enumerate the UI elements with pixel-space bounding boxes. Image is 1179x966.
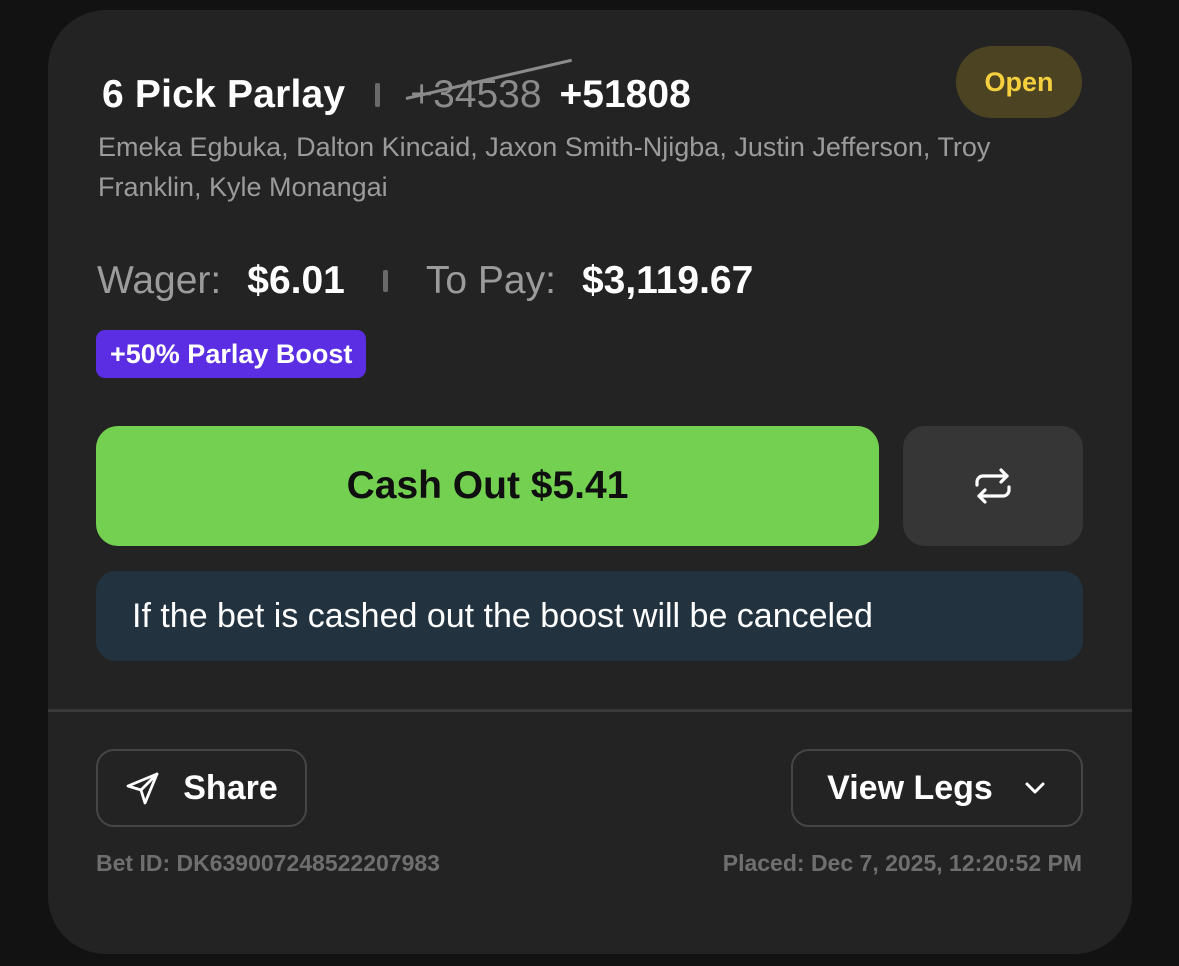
to-pay-value: $3,119.67: [581, 259, 754, 302]
send-icon: [125, 770, 161, 806]
bet-card: 6 Pick Parlay +34538 +51808 Open Emeka E…: [48, 10, 1132, 954]
original-odds: +34538: [405, 58, 573, 117]
share-label: Share: [183, 768, 278, 807]
view-legs-label: View Legs: [827, 768, 993, 807]
title-divider: [375, 83, 381, 107]
boosted-odds: +51808: [559, 73, 691, 116]
wager-label: Wager:: [97, 259, 222, 302]
wager-row: Wager: $6.01 To Pay: $3,119.67: [97, 253, 753, 309]
to-pay-label: To Pay:: [425, 259, 556, 302]
cashout-boost-notice: If the bet is cashed out the boost will …: [96, 571, 1083, 661]
card-divider: [48, 709, 1132, 712]
repeat-bet-button[interactable]: [903, 426, 1083, 546]
bet-header: 6 Pick Parlay +34538 +51808: [102, 58, 691, 120]
placed-timestamp: Placed: Dec 7, 2025, 12:20:52 PM: [722, 850, 1082, 876]
bet-id: Bet ID: DK639007248522207983: [96, 850, 440, 876]
cash-out-button[interactable]: Cash Out $5.41: [96, 426, 879, 546]
repeat-icon: [975, 468, 1011, 504]
wager-value: $6.01: [247, 259, 345, 302]
player-list: Emeka Egbuka, Dalton Kincaid, Jaxon Smit…: [98, 132, 991, 202]
status-badge: Open: [956, 46, 1082, 118]
view-legs-button[interactable]: View Legs: [791, 749, 1083, 827]
chevron-down-icon: [1023, 780, 1047, 796]
wager-divider: [382, 270, 388, 292]
parlay-boost-badge: +50% Parlay Boost: [96, 330, 367, 378]
bet-title: 6 Pick Parlay: [102, 73, 346, 116]
share-button[interactable]: Share: [96, 749, 307, 827]
